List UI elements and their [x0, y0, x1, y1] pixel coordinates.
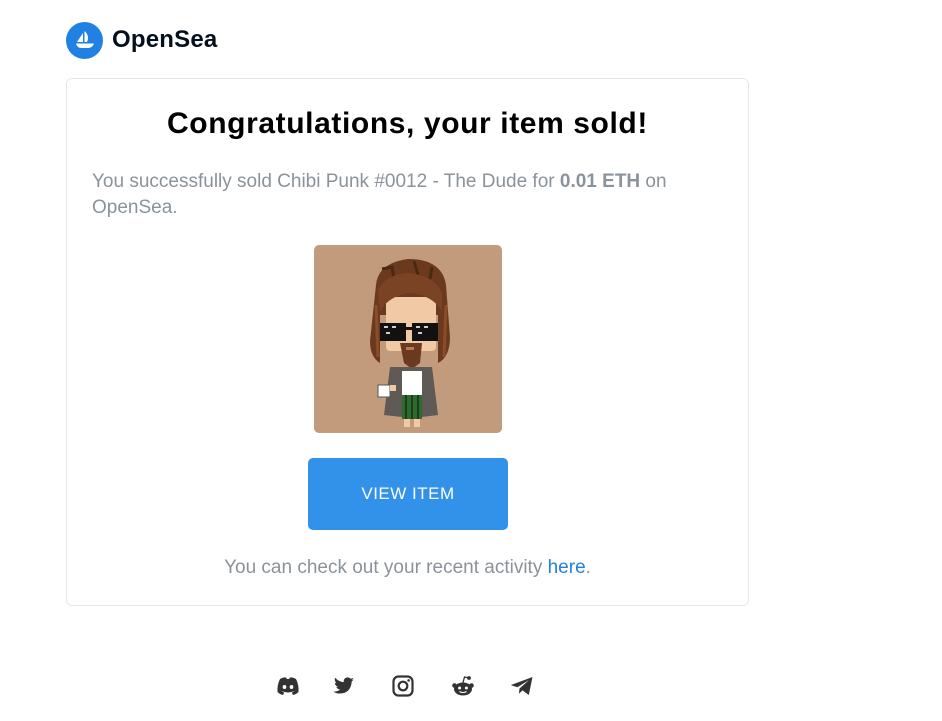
- twitter-icon[interactable]: [332, 674, 356, 698]
- opensea-logo-icon: [66, 21, 103, 59]
- activity-suffix: .: [585, 557, 591, 578]
- opensea-logo[interactable]: OpenSea: [66, 21, 218, 59]
- recent-activity-text: You can check out your recent activity h…: [67, 557, 748, 579]
- sale-message-text: You successfully sold Chibi Punk #0012 -…: [92, 171, 560, 192]
- sale-notification-card: Congratulations, your item sold! You suc…: [66, 78, 749, 606]
- view-item-button[interactable]: VIEW ITEM: [308, 458, 508, 530]
- instagram-icon[interactable]: [391, 674, 415, 698]
- reddit-icon[interactable]: [451, 674, 475, 698]
- recent-activity-link[interactable]: here: [548, 557, 586, 578]
- discord-icon[interactable]: [276, 674, 300, 698]
- logo-text: OpenSea: [112, 26, 218, 53]
- chibi-punk-dude-image: [370, 259, 450, 427]
- card-title: Congratulations, your item sold!: [167, 107, 648, 140]
- sale-message: You successfully sold Chibi Punk #0012 -…: [92, 169, 708, 221]
- telegram-icon[interactable]: [510, 674, 534, 698]
- activity-text: You can check out your recent activity: [224, 557, 548, 578]
- nft-image[interactable]: [314, 245, 502, 433]
- sale-price: 0.01 ETH: [559, 171, 641, 192]
